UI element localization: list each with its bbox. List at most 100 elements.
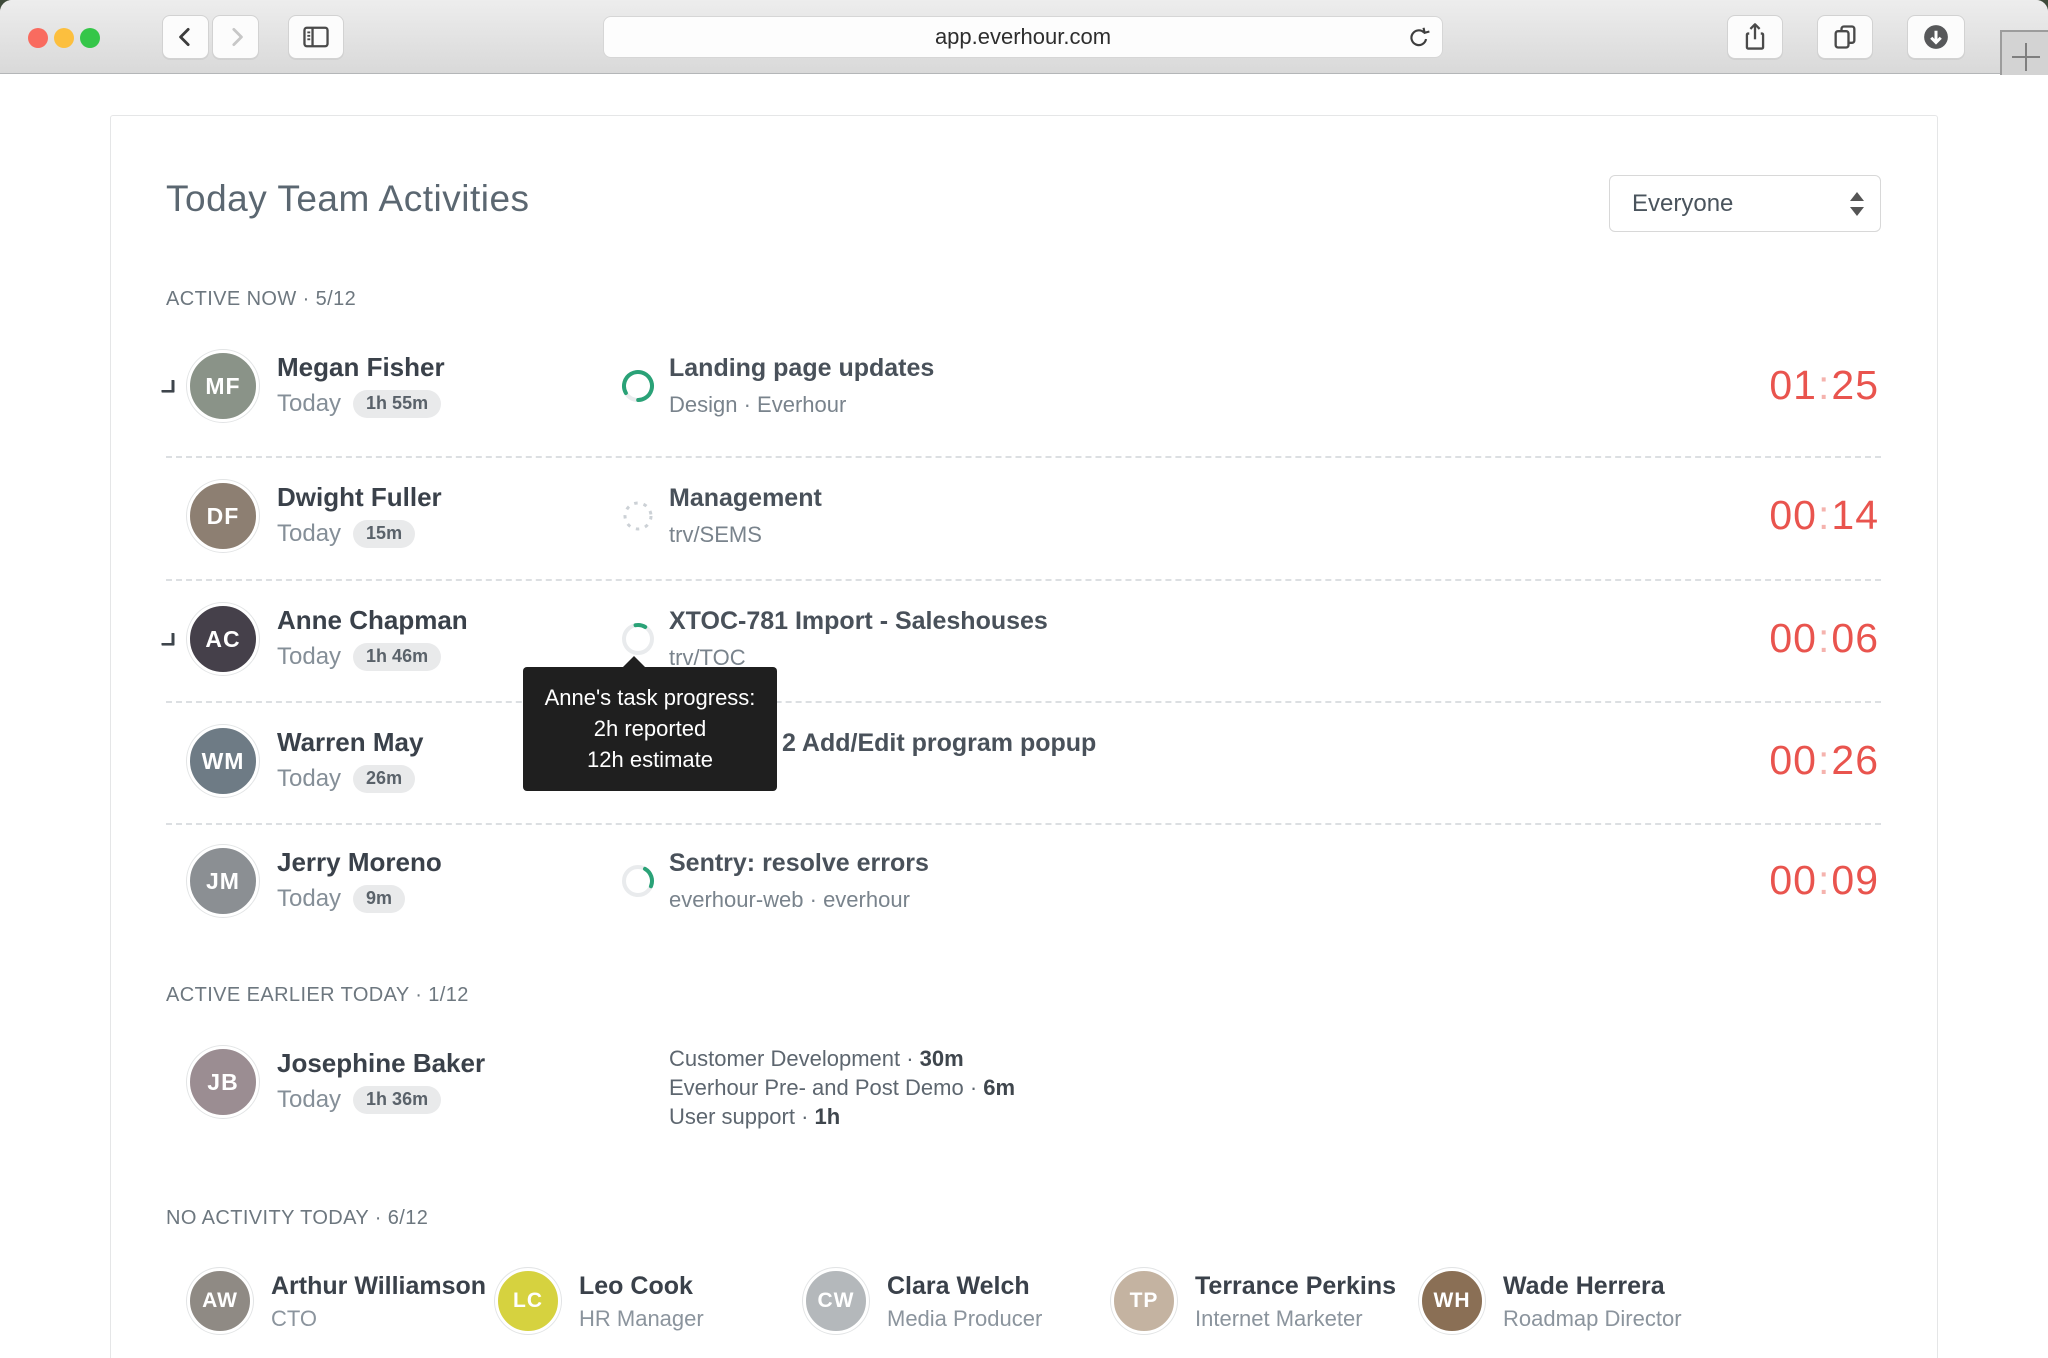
earlier-task-list: Customer Development · 30m Everhour Pre-… [669, 1044, 1015, 1131]
member-name: Josephine Baker [277, 1048, 486, 1078]
member-name: Megan Fisher [277, 352, 445, 382]
share-icon [1745, 23, 1765, 50]
earlier-task-line[interactable]: Everhour Pre- and Post Demo · 6m [669, 1073, 1015, 1102]
task-project: Design · Everhour [669, 392, 847, 417]
time-badge: 1h 36m [353, 1086, 442, 1114]
member-role: Media Producer [887, 1306, 1043, 1331]
member-role: Roadmap Director [1503, 1306, 1682, 1331]
reload-button[interactable] [1406, 25, 1432, 57]
member-name: Warren May [277, 727, 424, 757]
tab-overview-button[interactable] [1817, 15, 1873, 59]
running-timer: 00:26 [1769, 737, 1879, 783]
expand-chevron-icon[interactable] [158, 377, 178, 397]
team-activities-card: Today Team Activities Everyone ACTIVE NO… [110, 115, 1938, 1358]
share-button[interactable] [1727, 15, 1783, 59]
time-badge: 26m [353, 765, 416, 793]
earlier-task-line[interactable]: User support · 1h [669, 1102, 1015, 1131]
page-content: Today Team Activities Everyone ACTIVE NO… [0, 75, 2048, 1358]
task-project: trv/SEMS [669, 522, 762, 547]
forward-button[interactable] [212, 15, 259, 59]
team-filter-select[interactable]: Everyone [1609, 175, 1881, 232]
avatar[interactable]: AW [187, 1268, 253, 1334]
minimize-window-button[interactable] [54, 28, 74, 48]
avatar[interactable]: DF [187, 480, 259, 552]
team-filter-value: Everyone [1632, 189, 1734, 217]
task-progress-icon [622, 623, 654, 655]
running-timer: 00:06 [1769, 615, 1879, 661]
url-text: app.everhour.com [934, 24, 1112, 49]
task-title[interactable]: Landing page updates [669, 354, 934, 383]
member-name: Clara Welch [887, 1272, 1030, 1300]
avatar[interactable]: JB [187, 1046, 259, 1118]
select-arrows-icon [1850, 190, 1864, 218]
close-window-button[interactable] [28, 28, 48, 48]
member-name: Terrance Perkins [1195, 1272, 1397, 1300]
time-badge: 15m [353, 520, 416, 548]
avatar[interactable]: MF [187, 350, 259, 422]
earlier-task-line[interactable]: Customer Development · 30m [669, 1044, 1015, 1073]
browser-chrome: app.everhour.com [0, 0, 2048, 82]
date-label: Today [277, 390, 342, 417]
avatar[interactable]: TP [1111, 1268, 1177, 1334]
browser-window: app.everhour.com Today Team Activities E… [0, 0, 2048, 1358]
expand-chevron-icon[interactable] [158, 630, 178, 650]
avatar[interactable]: WM [187, 725, 259, 797]
task-title[interactable]: XTOC-781 Import - Saleshouses [669, 607, 1048, 636]
avatar[interactable]: WH [1419, 1268, 1485, 1334]
task-project: everhour-web · everhour [669, 887, 910, 912]
tooltip-line: Anne's task progress: [544, 685, 756, 710]
member-name: Jerry Moreno [277, 847, 442, 877]
time-badge: 1h 55m [353, 390, 442, 418]
member-role: HR Manager [579, 1306, 704, 1331]
address-bar[interactable]: app.everhour.com [603, 16, 1443, 58]
time-badge: 1h 46m [353, 643, 442, 671]
running-timer: 00:14 [1769, 492, 1879, 538]
task-title[interactable]: Sentry: resolve errors [669, 849, 929, 878]
idle-spinner-icon [623, 501, 653, 531]
date-label: Today [277, 885, 342, 912]
downloads-button[interactable] [1907, 15, 1965, 59]
row-separator [166, 701, 1881, 703]
task-progress-tooltip: Anne's task progress: 2h reported 12h es… [523, 656, 777, 791]
row-separator [166, 823, 1881, 825]
avatar[interactable]: CW [803, 1268, 869, 1334]
date-label: Today [277, 765, 342, 792]
member-name: Wade Herrera [1503, 1272, 1665, 1300]
download-icon [1924, 25, 1948, 49]
avatar[interactable]: AC [187, 603, 259, 675]
member-name: Dwight Fuller [277, 482, 442, 512]
section-active-earlier: ACTIVE EARLIER TODAY · 1/12 [166, 984, 469, 1006]
sidebar-icon [303, 26, 329, 48]
page-title: Today Team Activities [166, 178, 530, 219]
row-separator [166, 579, 1881, 581]
running-timer: 01:25 [1769, 362, 1879, 408]
date-label: Today [277, 520, 342, 547]
member-role: Internet Marketer [1195, 1306, 1363, 1331]
running-timer: 00:09 [1769, 857, 1879, 903]
date-label: Today [277, 1086, 342, 1113]
task-progress-icon [622, 865, 654, 897]
tooltip-line: 2h reported [593, 716, 707, 741]
avatar[interactable]: JM [187, 845, 259, 917]
avatar[interactable]: LC [495, 1268, 561, 1334]
reload-icon [1410, 27, 1430, 47]
task-title[interactable]: Management [669, 484, 822, 513]
tooltip-line: 12h estimate [587, 747, 713, 772]
member-role: CTO [271, 1306, 318, 1331]
tabs-icon [1834, 25, 1856, 49]
time-badge: 9m [353, 885, 406, 913]
back-button[interactable] [162, 15, 209, 59]
member-name: Leo Cook [579, 1272, 693, 1300]
member-name: Arthur Williamson [271, 1272, 487, 1300]
back-icon [178, 28, 190, 46]
section-no-activity: NO ACTIVITY TODAY · 6/12 [166, 1207, 429, 1229]
task-title[interactable]: 2 Add/Edit program popup [782, 729, 1096, 758]
timer-spinner-icon [622, 370, 654, 402]
date-label: Today [277, 643, 342, 670]
maximize-window-button[interactable] [80, 28, 100, 48]
member-name: Anne Chapman [277, 605, 468, 635]
sidebar-toggle-button[interactable] [288, 15, 344, 59]
section-active-now: ACTIVE NOW · 5/12 [166, 288, 357, 310]
row-separator [166, 456, 1881, 458]
forward-icon [231, 28, 243, 46]
